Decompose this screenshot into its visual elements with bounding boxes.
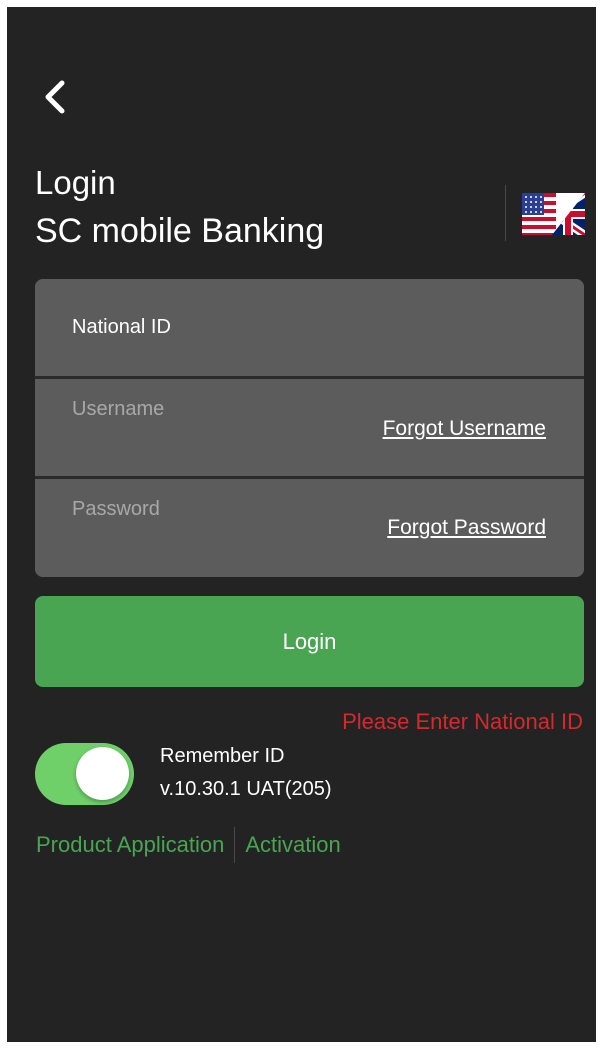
page-title: Login SC mobile Banking [35,163,324,259]
forgot-password-link[interactable]: Forgot Password [387,516,546,540]
login-button[interactable]: Login [35,596,584,687]
login-form: National ID Username Forgot Username Pas… [35,279,584,577]
toggle-knob [76,747,129,800]
link-divider [234,827,236,863]
uk-us-flag-icon [522,193,585,235]
remember-id-label: Remember ID [160,745,285,767]
forgot-username-link[interactable]: Forgot Username [383,417,546,441]
national-id-field[interactable]: National ID [35,279,584,376]
version-label: v.10.30.1 UAT(205) [160,778,332,800]
chevron-left-icon [45,80,65,114]
national-id-label: National ID [72,316,171,338]
language-divider [505,185,506,241]
login-screen: Login SC mobile Banking National ID User… [7,7,596,1042]
remember-id-toggle[interactable] [35,743,134,805]
password-field[interactable]: Password Forgot Password [35,480,584,577]
back-button[interactable] [37,75,73,119]
title-login: Login [35,164,116,201]
language-switch-button[interactable] [522,193,585,235]
title-app-name: SC mobile Banking [35,212,325,250]
field-separator [35,476,584,479]
username-placeholder: Username [72,398,165,420]
username-field[interactable]: Username Forgot Username [35,379,584,476]
error-message: Please Enter National ID [342,709,583,734]
product-application-link[interactable]: Product Application [36,832,224,858]
activation-link[interactable]: Activation [245,832,340,858]
bottom-links: Product Application Activation [36,827,341,863]
password-placeholder: Password [72,498,160,520]
